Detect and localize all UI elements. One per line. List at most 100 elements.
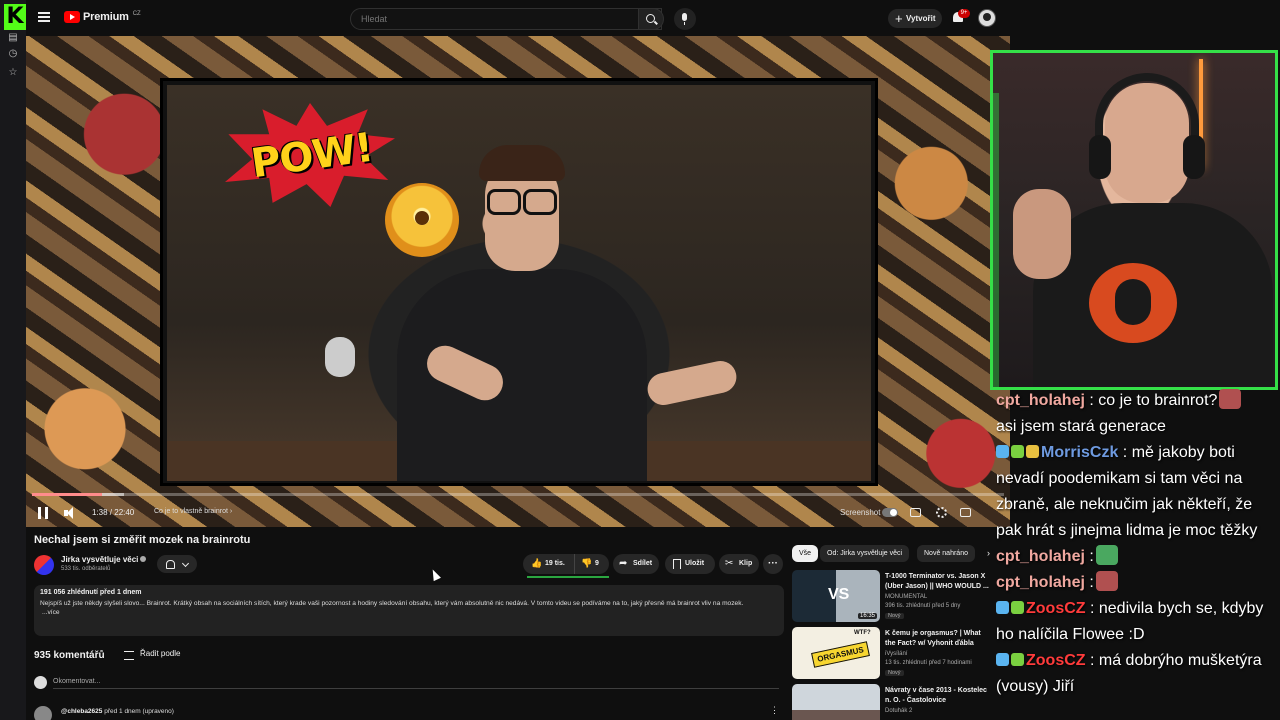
settings-gear-icon[interactable]	[936, 507, 947, 518]
search-input[interactable]	[361, 9, 611, 29]
chat-text: : co je to brainrot?	[1084, 392, 1218, 409]
channel-name[interactable]: Jirka vysvětluje věci	[61, 555, 147, 564]
scene-microphone	[325, 337, 355, 377]
progress-bar[interactable]	[32, 493, 1004, 496]
chat-badge-icon	[996, 445, 1009, 458]
scene-presenter-hair	[479, 145, 565, 181]
following-icon[interactable]: ▤	[7, 32, 19, 44]
comment-menu-icon[interactable]: ⋮	[770, 705, 779, 716]
stream-chat: cpt_holahej : co je to brainrot? asi jsem…	[992, 388, 1280, 720]
sort-comments-button[interactable]: Řadit podle	[124, 649, 180, 660]
thumbnail-text: VS	[828, 586, 850, 603]
voice-search-button[interactable]	[674, 8, 696, 30]
channel-name-text: Jirka vysvětluje věci	[61, 555, 139, 564]
clip-button[interactable]: Klip	[719, 554, 759, 574]
comment-header: @chleba2625 před 1 dnem (upraveno)	[61, 708, 174, 715]
comment-time: před 1 dnem (upraveno)	[104, 708, 174, 715]
subtitles-icon[interactable]	[910, 508, 921, 517]
chip-all[interactable]: Vše	[792, 545, 819, 562]
like-button[interactable]: 19 tis.	[523, 554, 575, 574]
kick-sidebar: K ▤ ◷ ☆	[0, 0, 26, 720]
cam-background-light	[993, 93, 999, 387]
hamburger-menu-icon[interactable]	[38, 12, 50, 22]
related-video[interactable]: VS 16:35 T-1000 Terminator vs. Jason X (…	[792, 570, 992, 624]
theater-mode-icon[interactable]	[960, 508, 971, 517]
chapter-label: Co je to vlastně brainrot	[154, 508, 228, 515]
history-icon[interactable]: ◷	[7, 48, 19, 60]
channel-avatar[interactable]	[34, 555, 54, 575]
related-title[interactable]: K čemu je orgasmus? | What the Fact? w/ …	[885, 629, 991, 649]
related-video[interactable]: ORGASMUS WTF? K čemu je orgasmus? | What…	[792, 627, 992, 681]
related-title[interactable]: Návraty v čase 2013 - Kostelec n. O. - Č…	[885, 686, 991, 706]
autoplay-toggle[interactable]	[882, 508, 898, 517]
screenshot-label[interactable]: Screenshot	[840, 508, 880, 517]
chat-emote-icon	[1095, 571, 1118, 591]
mind-blown-emoji-icon	[385, 183, 459, 257]
related-video[interactable]: Návraty v čase 2013 - Kostelec n. O. - Č…	[792, 684, 992, 720]
description-box[interactable]: 191 056 zhlédnutí před 1 dnem Nejspíš už…	[34, 585, 784, 636]
save-button[interactable]: Uložit	[665, 554, 715, 574]
subscription-bell-button[interactable]	[157, 555, 197, 573]
chat-username[interactable]: ZoosCZ	[1026, 600, 1086, 617]
chip-recently-uploaded[interactable]: Nově nahráno	[917, 545, 975, 562]
video-thumbnail[interactable]: ORGASMUS WTF?	[792, 627, 880, 679]
chat-username[interactable]: ZoosCZ	[1026, 652, 1086, 669]
chapter-title[interactable]: Co je to vlastně brainrot ›	[154, 508, 232, 515]
headphone-cup	[1183, 135, 1205, 179]
chat-username[interactable]: cpt_holahej	[996, 548, 1085, 565]
search-button[interactable]	[638, 8, 664, 30]
related-channel[interactable]: iVysílání	[885, 651, 907, 657]
related-title[interactable]: T-1000 Terminator vs. Jason X (Uber Jaso…	[885, 572, 991, 592]
video-title: Nechal jsem si změřit mozek na brainrotu	[34, 534, 251, 546]
new-badge: Nový	[885, 613, 904, 619]
user-avatar	[34, 676, 47, 689]
video-player[interactable]: POW! 1:38 / 22:40 Co je to vlastně brain…	[26, 36, 1010, 527]
kick-logo-icon[interactable]: K	[4, 4, 26, 30]
create-button[interactable]: Vytvořit	[888, 9, 942, 28]
comment-input[interactable]: Okomentovat...	[53, 678, 779, 689]
chat-text: :	[1084, 574, 1094, 591]
new-badge: Nový	[885, 670, 904, 676]
chat-username[interactable]: cpt_holahej	[996, 392, 1085, 409]
comment-author[interactable]: @chleba2625	[61, 708, 102, 715]
commenter-avatar[interactable]	[34, 706, 52, 720]
chat-text: asi jsem stará generace	[996, 418, 1166, 435]
chat-username[interactable]: MorrisCzk	[1041, 444, 1118, 461]
pause-icon[interactable]	[38, 507, 48, 519]
chat-emote-icon	[1095, 545, 1118, 565]
description-text: Nejspíš už jste někdy slyšeli slovo... B…	[40, 600, 744, 607]
subscriber-count: 533 tis. odběratelů	[61, 566, 111, 572]
chat-badge-icon	[1011, 653, 1024, 666]
chevron-right-icon[interactable]: ›	[987, 548, 990, 558]
volume-icon[interactable]	[64, 507, 76, 519]
chat-badge-icon	[1026, 445, 1039, 458]
chat-username[interactable]: cpt_holahej	[996, 574, 1085, 591]
buffer-fill	[32, 493, 125, 496]
chat-text: : mě jakoby boti nevadí poodemikam si ta…	[996, 444, 1258, 539]
related-channel[interactable]: Dotuhák 2	[885, 708, 912, 714]
show-more-link[interactable]: ...více	[42, 609, 778, 616]
video-thumbnail[interactable]	[792, 684, 880, 720]
related-channel[interactable]: MONUMENTAL	[885, 594, 927, 600]
chat-message: cpt_holahej :	[996, 570, 1276, 596]
time-display: 1:38 / 22:40	[92, 508, 135, 517]
video-thumbnail[interactable]: VS 16:35	[792, 570, 880, 622]
notifications-button[interactable]: 9+	[952, 9, 970, 25]
cam-streamer-hand	[1013, 189, 1071, 279]
more-actions-button[interactable]: ···	[763, 554, 783, 574]
share-button[interactable]: Sdílet	[613, 554, 659, 574]
player-controls: 1:38 / 22:40 Co je to vlastně brainrot ›…	[26, 502, 1010, 526]
streamer-webcam	[990, 50, 1278, 390]
brand-name: Premium	[83, 11, 129, 23]
youtube-premium-logo[interactable]: Premium CZ	[64, 11, 141, 23]
region-code: CZ	[132, 11, 141, 17]
chat-message: MorrisCzk : mě jakoby boti nevadí poodem…	[996, 440, 1276, 544]
like-indicator	[527, 576, 609, 578]
youtube-play-icon	[64, 11, 80, 23]
chip-from-channel[interactable]: Od: Jirka vysvětluje věci	[820, 545, 910, 562]
dislike-button[interactable]: 9	[575, 554, 609, 574]
video-duration: 16:35	[857, 613, 877, 619]
chat-message: ZoosCZ : nedivila bych se, kdyby ho nalí…	[996, 596, 1276, 648]
account-avatar[interactable]	[978, 9, 996, 27]
star-icon[interactable]: ☆	[7, 67, 19, 79]
